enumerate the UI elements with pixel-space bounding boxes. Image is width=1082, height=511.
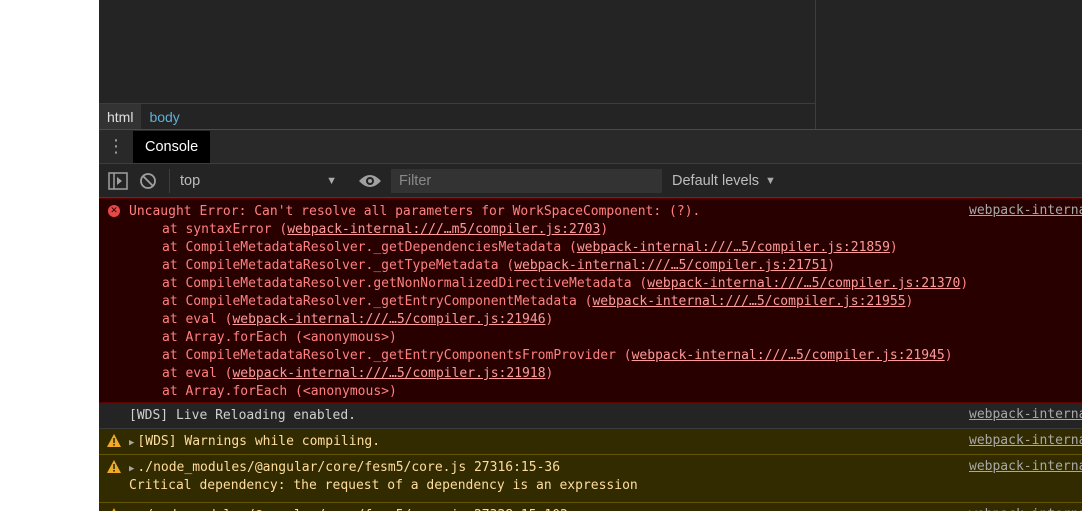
stack-frame: at CompileMetadataResolver._getDependenc…	[99, 239, 1082, 257]
stack-frame-link[interactable]: webpack-internal:///…5/compiler.js:21955	[592, 294, 905, 309]
stack-frame: at CompileMetadataResolver._getTypeMetad…	[99, 257, 1082, 275]
message-source-link[interactable]: webpack-internal:///…m5/compiler.js:2703	[969, 203, 1082, 218]
clear-console-icon[interactable]	[137, 170, 159, 192]
warning-summary: ▶ [WDS] Warnings while compiling.	[99, 433, 1082, 451]
warning-summary: ▶./node_modules/@angular/core/fesm5/core…	[99, 459, 1082, 477]
warning-icon	[107, 434, 121, 447]
expand-triangle-icon[interactable]: ▶	[129, 438, 134, 448]
stack-frame-function: at CompileMetadataResolver._getEntryComp…	[162, 294, 593, 309]
devtools-window: html body ⋮ Console top ▼ Filter Default…	[99, 0, 1082, 511]
stack-frame-link[interactable]: webpack-internal:///…5/compiler.js:21370	[647, 276, 960, 291]
filter-input[interactable]	[391, 168, 662, 193]
stack-frame-end: )	[600, 222, 609, 237]
message-source-link[interactable]: webpack-internal:///…	[969, 407, 1082, 422]
elements-panel	[99, 0, 815, 103]
stack-frame-function: at CompileMetadataResolver._getEntryComp…	[162, 348, 632, 363]
stack-frame-function: at eval (	[162, 312, 233, 327]
stack-frame-end: )	[545, 366, 554, 381]
stack-frame-link[interactable]: webpack-internal:///…m5/compiler.js:2703	[287, 222, 600, 237]
tab-console[interactable]: Console	[133, 130, 211, 163]
breadcrumb: html body	[99, 103, 815, 130]
stack-frame-function: at CompileMetadataResolver._getDependenc…	[162, 240, 577, 255]
stack-frame-function: at eval (	[162, 366, 233, 381]
dropdown-arrow-icon: ▼	[765, 174, 776, 187]
stack-frame-link[interactable]: webpack-internal:///…5/compiler.js:21946	[232, 312, 545, 327]
warning-summary: ▶./node_modules/@angular/core/fesm5/core…	[99, 507, 1082, 511]
stack-frame: at syntaxError (webpack-internal:///…m5/…	[99, 221, 1082, 239]
warning-text: [WDS] Warnings while compiling.	[137, 434, 381, 449]
stack-frame: at eval (webpack-internal:///…5/compiler…	[99, 365, 1082, 383]
stack-frame: at Array.forEach (<anonymous>)	[99, 329, 1082, 347]
stack-frame-link[interactable]: webpack-internal:///…5/compiler.js:21859	[577, 240, 890, 255]
stack-frame-end: )	[960, 276, 969, 291]
eye-icon[interactable]	[355, 170, 385, 192]
message-source-link[interactable]: webpack-internal:///…	[969, 459, 1082, 474]
drawer-tab-bar: ⋮ Console	[99, 129, 1082, 164]
stack-frame-link[interactable]: webpack-internal:///…5/compiler.js:21918	[232, 366, 545, 381]
error-icon: ✕	[108, 205, 120, 217]
stack-frame-link[interactable]: webpack-internal:///…5/compiler.js:21945	[632, 348, 945, 363]
expand-triangle-icon[interactable]: ▶	[129, 464, 134, 474]
info-text: [WDS] Live Reloading enabled.	[129, 408, 356, 423]
stack-frame: at CompileMetadataResolver.getNonNormali…	[99, 275, 1082, 293]
error-title: Uncaught Error: Can't resolve all parame…	[129, 204, 701, 219]
warning-text: ./node_modules/@angular/core/fesm5/core.…	[137, 460, 561, 475]
warning-message[interactable]: webpack-internal:///…▶[WDS] Warnings whi…	[99, 429, 1082, 455]
warning-detail: Critical dependency: the request of a de…	[129, 478, 638, 493]
log-levels-label: Default levels	[672, 172, 760, 189]
stack-frame: at Array.forEach (<anonymous>)	[99, 383, 1082, 401]
message-source-link[interactable]: webpack-internal:///…	[969, 507, 1082, 511]
context-selector[interactable]: top ▼	[169, 168, 345, 193]
warning-message[interactable]: webpack-internal:///…▶./node_modules/@an…	[99, 503, 1082, 511]
stack-frame-end: )	[827, 258, 836, 273]
more-tools-icon[interactable]: ⋮	[99, 130, 133, 164]
stack-frame-function: at CompileMetadataResolver.getNonNormali…	[162, 276, 648, 291]
stack-frame-function: at CompileMetadataResolver._getTypeMetad…	[162, 258, 515, 273]
stack-frame: at CompileMetadataResolver._getEntryComp…	[99, 347, 1082, 365]
breadcrumb-html[interactable]: html	[99, 103, 142, 130]
warning-icon	[107, 460, 121, 473]
context-value: top	[180, 172, 201, 189]
info-message: webpack-internal:///… [WDS] Live Reloadi…	[99, 403, 1082, 429]
styles-panel	[815, 0, 1082, 129]
stack-frame-function: at syntaxError (	[162, 222, 288, 237]
stack-frame: at CompileMetadataResolver._getEntryComp…	[99, 293, 1082, 311]
console-toolbar: top ▼ Default levels ▼	[99, 164, 1082, 198]
dropdown-arrow-icon: ▼	[326, 174, 337, 187]
stack-frame-link[interactable]: webpack-internal:///…5/compiler.js:21751	[514, 258, 827, 273]
stack-frame-end: )	[944, 348, 953, 363]
stack-frame-function: at Array.forEach (<anonymous>)	[162, 384, 397, 399]
stack-frame-end: )	[889, 240, 898, 255]
stack-frame-end: )	[905, 294, 914, 309]
log-levels-dropdown[interactable]: Default levels ▼	[672, 173, 776, 189]
stack-frame-function: at Array.forEach (<anonymous>)	[162, 330, 397, 345]
stack-frame: at eval (webpack-internal:///…5/compiler…	[99, 311, 1082, 329]
stack-frame-end: )	[545, 312, 554, 327]
breadcrumb-body[interactable]: body	[141, 104, 187, 130]
warning-message[interactable]: webpack-internal:///…▶./node_modules/@an…	[99, 455, 1082, 503]
sidebar-toggle-icon[interactable]	[107, 170, 129, 192]
error-message: ✕ webpack-internal:///…m5/compiler.js:27…	[99, 198, 1082, 403]
message-source-link[interactable]: webpack-internal:///…	[969, 433, 1082, 448]
console-messages: ✕ webpack-internal:///…m5/compiler.js:27…	[99, 198, 1082, 511]
